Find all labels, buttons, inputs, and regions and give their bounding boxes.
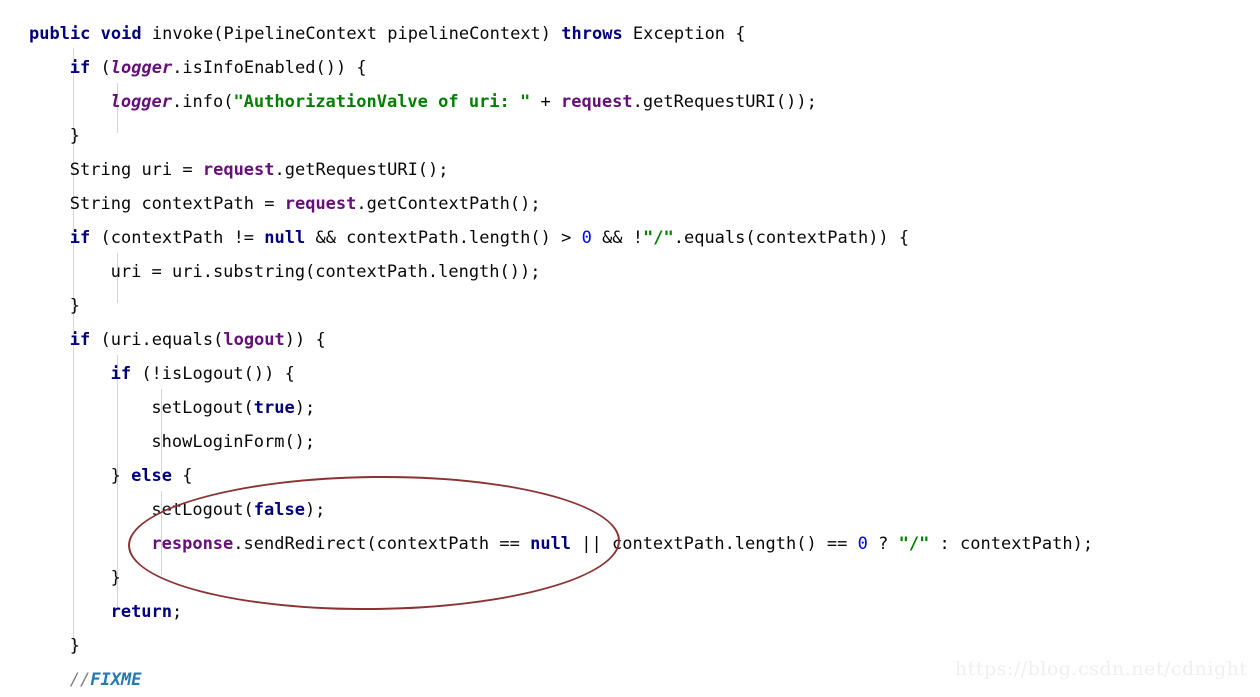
- code-token-fld-n: logout: [223, 330, 285, 350]
- code-token-num: 0: [581, 228, 592, 248]
- code-token-kw: if: [69, 330, 91, 350]
- code-line[interactable]: }: [70, 289, 80, 323]
- code-token-plain: String contextPath =: [69, 194, 285, 214]
- code-token-fld-n: response: [151, 534, 234, 554]
- code-token-plain: .sendRedirect(contextPath ==: [233, 534, 531, 554]
- watermark-text: https://blog.csdn.net/cdnight: [955, 658, 1248, 680]
- code-token-plain: setLogout(: [151, 398, 254, 418]
- code-token-plain: String uri =: [69, 160, 203, 180]
- code-token-plain: );: [294, 398, 316, 418]
- code-token-plain: .isInfoEnabled()) {: [172, 58, 367, 78]
- code-token-kw: if: [69, 58, 91, 78]
- code-line[interactable]: }: [70, 629, 80, 663]
- code-line[interactable]: }: [70, 119, 80, 153]
- code-token-plain: +: [530, 92, 561, 112]
- code-token-plain: );: [304, 500, 326, 520]
- code-token-plain: .equals(contextPath)) {: [673, 228, 910, 248]
- code-token-kw: void: [100, 24, 142, 44]
- code-token-plain: : contextPath);: [929, 534, 1094, 554]
- code-token-kw: null: [264, 228, 306, 248]
- code-token-plain: (!isLogout()) {: [131, 364, 295, 384]
- code-line[interactable]: setLogout(true);: [151, 391, 315, 425]
- code-line[interactable]: } else {: [111, 459, 193, 493]
- code-token-fld-n: request: [202, 160, 275, 180]
- code-token-kw: true: [253, 398, 295, 418]
- code-token-plain: showLoginForm();: [151, 432, 316, 452]
- code-editor-canvas[interactable]: public void invoke(PipelineContext pipel…: [0, 0, 1260, 692]
- code-line[interactable]: if (contextPath != null && contextPath.l…: [70, 221, 909, 255]
- code-token-str: "AuthorizationValve of uri: ": [233, 92, 531, 112]
- code-line[interactable]: String contextPath = request.getContextP…: [70, 187, 541, 221]
- code-token-fld-n: request: [284, 194, 357, 214]
- code-token-kw: null: [530, 534, 572, 554]
- code-token-plain: invoke(PipelineContext pipelineContext): [141, 24, 562, 44]
- code-line[interactable]: logger.info("AuthorizationValve of uri: …: [111, 85, 817, 119]
- code-token-plain: ;: [172, 602, 183, 622]
- code-token-plain: && !: [591, 228, 644, 248]
- code-token-cmt-tag: FIXME: [90, 670, 142, 690]
- code-token-kw: if: [69, 228, 91, 248]
- code-line[interactable]: uri = uri.substring(contextPath.length()…: [111, 255, 541, 289]
- code-token-kw: throws: [561, 24, 623, 44]
- code-line[interactable]: }: [111, 561, 121, 595]
- code-line[interactable]: if (!isLogout()) {: [111, 357, 295, 391]
- code-token-kw: else: [131, 466, 173, 486]
- code-token-cmt: //: [69, 670, 91, 690]
- code-line[interactable]: showLoginForm();: [151, 425, 315, 459]
- code-token-plain: ?: [867, 534, 899, 554]
- code-line[interactable]: public void invoke(PipelineContext pipel…: [29, 17, 746, 51]
- code-line[interactable]: return;: [111, 595, 183, 629]
- code-token-plain: || contextPath.length() ==: [571, 534, 858, 554]
- code-token-plain: Exception {: [622, 24, 746, 44]
- code-token-plain: .getContextPath();: [356, 194, 541, 214]
- code-token-str: "/": [643, 228, 674, 248]
- code-token-fld: logger: [110, 92, 173, 112]
- code-token-num: 0: [857, 534, 868, 554]
- code-token-plain: (contextPath !=: [90, 228, 265, 248]
- code-token-plain: )) {: [284, 330, 326, 350]
- code-token-plain: {: [172, 466, 193, 486]
- code-line[interactable]: if (uri.equals(logout)) {: [70, 323, 326, 357]
- code-token-plain: }: [110, 466, 132, 486]
- code-token-kw: public: [29, 24, 91, 44]
- code-token-plain: }: [69, 296, 81, 316]
- code-token-kw: if: [110, 364, 132, 384]
- code-token-plain: .info(: [172, 92, 234, 112]
- code-line[interactable]: String uri = request.getRequestURI();: [70, 153, 449, 187]
- code-token-fld: logger: [110, 58, 173, 78]
- code-token-plain: (uri.equals(: [90, 330, 224, 350]
- code-token-plain: .getRequestURI();: [274, 160, 449, 180]
- code-token-plain: }: [110, 568, 121, 588]
- code-token-plain: uri = uri.substring(contextPath.length()…: [110, 262, 541, 282]
- code-token-plain: .getRequestURI());: [632, 92, 817, 112]
- code-token-fld-n: request: [560, 92, 633, 112]
- code-line[interactable]: setLogout(false);: [151, 493, 325, 527]
- code-token-str: "/": [898, 534, 930, 554]
- code-token-plain: }: [69, 126, 81, 146]
- code-token-plain: setLogout(: [151, 500, 254, 520]
- code-token-plain: && contextPath.length() >: [305, 228, 582, 248]
- code-token-kw: return: [110, 602, 173, 622]
- code-token-plain: }: [69, 636, 81, 656]
- code-line[interactable]: if (logger.isInfoEnabled()) {: [70, 51, 367, 85]
- code-token-kw: false: [253, 500, 305, 520]
- code-line[interactable]: response.sendRedirect(contextPath == nul…: [151, 527, 1093, 561]
- code-token-plain: (: [90, 58, 111, 78]
